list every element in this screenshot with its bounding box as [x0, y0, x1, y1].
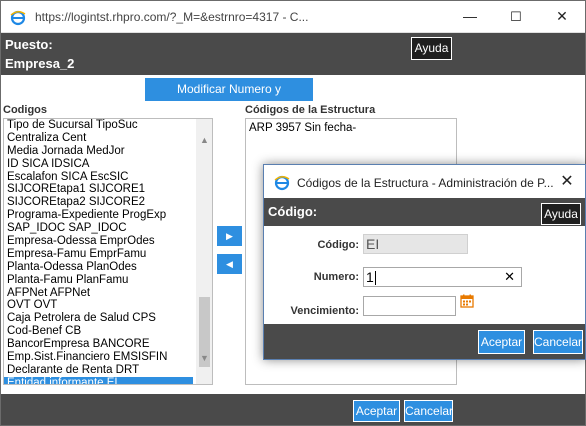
estructura-codes-label: Códigos de la Estructura — [245, 104, 376, 116]
modify-number-button[interactable]: Modificar Numero y Vencimiento — [145, 78, 313, 119]
list-item[interactable]: Escalafon SICA EscSIC — [4, 171, 212, 184]
window-close-button[interactable]: ✕ — [539, 1, 585, 32]
dialog-title-bar: Códigos de la Estructura - Administració… — [264, 165, 585, 198]
list-item[interactable]: SAP_IDOC SAP_IDOC — [4, 222, 212, 235]
move-left-button[interactable]: ◀ — [217, 254, 242, 274]
list-item[interactable]: Empresa-Odessa EmprOdes — [4, 235, 212, 248]
list-item[interactable]: OVT OVT — [4, 299, 212, 312]
move-right-button[interactable]: ▶ — [217, 226, 242, 246]
list-item[interactable]: SIJCOREtapa1 SIJCORE1 — [4, 183, 212, 196]
numero-input[interactable]: 1 ✕ — [363, 267, 522, 287]
list-item[interactable]: Entidad informante EI — [4, 376, 193, 384]
list-item[interactable]: Centraliza Cent — [4, 132, 212, 145]
dialog-close-button[interactable]: ✕ — [549, 165, 585, 198]
codigo-dialog: Códigos de la Estructura - Administració… — [263, 164, 586, 360]
scroll-down-icon[interactable]: ▼ — [196, 353, 212, 367]
dialog-accept-button[interactable]: Aceptar — [478, 330, 525, 354]
list-item[interactable]: Cod-Benef CB — [4, 325, 212, 338]
puesto-label: Puesto: — [5, 37, 53, 52]
list-item[interactable]: AFPNet AFPNet — [4, 287, 212, 300]
list-item[interactable]: SIJCOREtapa2 SIJCORE2 — [4, 196, 212, 209]
cancel-button[interactable]: Cancelar — [404, 400, 453, 422]
browser-icon — [10, 10, 26, 26]
codigo-field: EI — [363, 234, 468, 254]
codigos-label: Codigos — [3, 104, 47, 116]
vencimiento-input[interactable] — [363, 296, 456, 316]
dialog-cancel-button[interactable]: Cancelar — [533, 330, 583, 354]
list-item[interactable]: Empresa-Famu EmprFamu — [4, 248, 212, 261]
calendar-icon[interactable] — [460, 294, 474, 308]
dialog-header: Código: Ayuda — [264, 198, 585, 226]
dialog-title: Códigos de la Estructura - Administració… — [297, 176, 554, 190]
dialog-help-button[interactable]: Ayuda — [541, 203, 581, 225]
empresa-label: Empresa_2 — [5, 56, 75, 71]
numero-label: Numero: — [313, 271, 359, 283]
list-item[interactable]: Tipo de Sucursal TipoSuc — [4, 119, 212, 132]
list-item[interactable]: Emp.Sist.Financiero EMSISFIN — [4, 351, 212, 364]
list-item[interactable]: ARP 3957 Sin fecha- — [246, 119, 456, 134]
list-item[interactable]: Media Jornada MedJor — [4, 145, 212, 158]
dialog-body: Código: Ayuda Código: EI Numero: 1 ✕ Ven… — [264, 198, 585, 391]
list-item[interactable]: Planta-Famu PlanFamu — [4, 274, 212, 287]
window-title: https://logintst.rhpro.com/?_M=&estrnro=… — [35, 10, 309, 24]
numero-value: 1 — [366, 269, 374, 285]
title-bar: https://logintst.rhpro.com/?_M=&estrnro=… — [1, 1, 585, 33]
list-item[interactable]: Declarante de Renta DRT — [4, 364, 212, 377]
page-header: Puesto: Empresa_2 Ayuda — [1, 33, 585, 75]
codes-list-scrollbar[interactable]: ▲ ▼ — [196, 119, 212, 384]
accept-button[interactable]: Aceptar — [353, 400, 400, 422]
dialog-header-title: Código: — [268, 204, 318, 219]
clear-icon[interactable]: ✕ — [504, 268, 515, 286]
help-button[interactable]: Ayuda — [411, 37, 452, 60]
list-item[interactable]: Programa-Expediente ProgExp — [4, 209, 212, 222]
list-item[interactable]: Caja Petrolera de Salud CPS — [4, 312, 212, 325]
dialog-footer: Aceptar Cancelar — [264, 324, 585, 359]
minimize-button[interactable]: — — [447, 1, 493, 32]
list-item[interactable]: ID SICA IDSICA — [4, 158, 212, 171]
list-item[interactable]: Planta-Odessa PlanOdes — [4, 261, 212, 274]
codes-list[interactable]: Tipo de Sucursal TipoSuc Centraliza Cent M… — [3, 118, 213, 385]
scroll-up-icon[interactable]: ▲ — [196, 135, 212, 149]
browser-icon — [274, 175, 290, 191]
maximize-button[interactable]: ☐ — [493, 1, 539, 32]
page-footer: Aceptar Cancelar — [1, 394, 585, 425]
codigo-label: Código: — [317, 239, 359, 251]
list-item[interactable]: BancorEmpresa BANCORE — [4, 338, 212, 351]
vencimiento-label: Vencimiento: — [290, 305, 359, 317]
